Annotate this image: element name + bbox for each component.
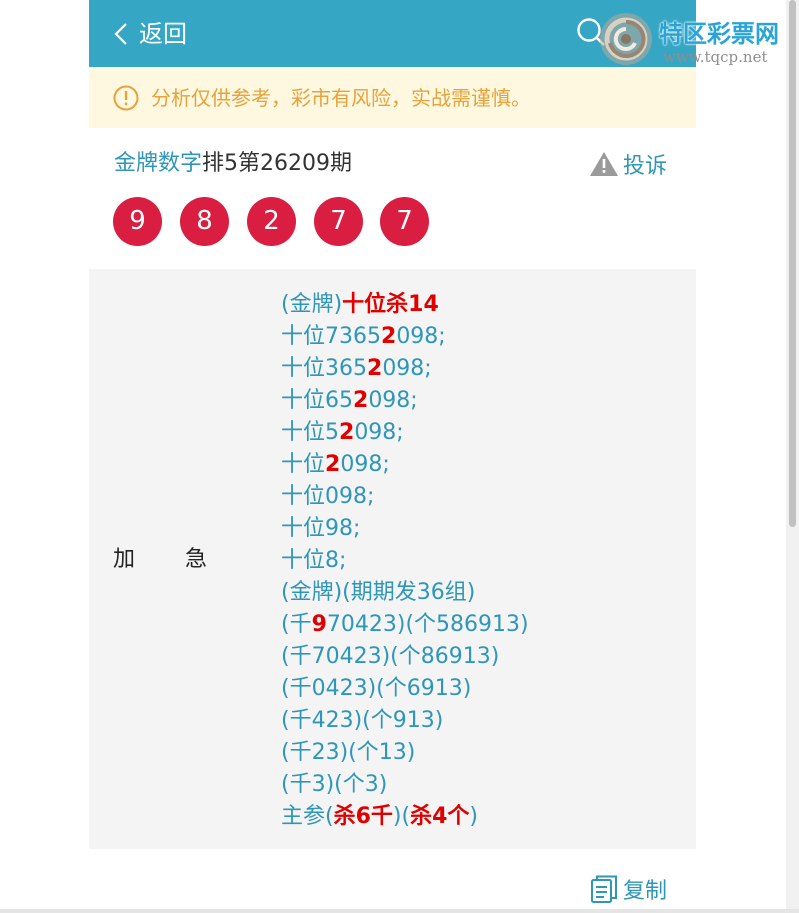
analysis-panel: 加急 (金牌)十位杀14 十位73652098; 十位3652098; 十位65209… — [89, 269, 696, 849]
scrollbar-thumb[interactable] — [789, 0, 796, 527]
analysis-text: 098; — [340, 452, 390, 477]
risk-notice: 分析仅供参考，彩市有风险，实战需谨慎。 — [89, 67, 696, 128]
analysis-text: 098; — [354, 420, 404, 445]
analysis-text: (千423)(个913) — [281, 708, 444, 733]
analysis-label: 加急 — [113, 544, 207, 576]
analysis-line: 十位3652098; — [281, 353, 691, 385]
analysis-line: (千970423)(个586913) — [281, 609, 691, 641]
report-label: 投诉 — [623, 154, 668, 179]
analysis-text: 十位365 — [281, 356, 367, 381]
source-link[interactable]: 金牌数字 — [114, 151, 202, 176]
analysis-line: 十位652098; — [281, 385, 691, 417]
analysis-line: 十位098; — [281, 481, 691, 513]
copy-label: 复制 — [623, 879, 668, 904]
analysis-text: 十位65 — [281, 388, 353, 413]
page-title: 金牌数字排5第26209期 — [114, 148, 352, 180]
analysis-text: 十位8; — [281, 548, 347, 573]
highlight-text: 2 — [339, 420, 355, 445]
analysis-text: 十位7365 — [281, 324, 381, 349]
highlight-text: 杀6千 — [333, 804, 393, 829]
analysis-text: (千 — [281, 612, 312, 637]
issue-label: 排5第26209期 — [202, 151, 352, 176]
analysis-line: 十位2098; — [281, 449, 691, 481]
analysis-text: (千0423)(个6913) — [281, 676, 472, 701]
analysis-text: )( — [392, 804, 411, 829]
analysis-text: 十位5 — [281, 420, 339, 445]
analysis-text: 十位98; — [281, 516, 361, 541]
warning-icon — [590, 152, 618, 176]
info-icon — [113, 85, 139, 111]
analysis-text: 十位 — [281, 452, 326, 477]
analysis-line: (金牌)(期期发36组) — [281, 577, 691, 609]
analysis-line: (千3)(个3) — [281, 769, 691, 801]
analysis-text: (金牌) — [281, 292, 343, 317]
highlight-text: 2 — [367, 356, 383, 381]
analysis-text: 70423)(个586913) — [326, 612, 529, 637]
analysis-line: (金牌)十位杀14 — [281, 289, 691, 321]
analysis-content: (金牌)十位杀14 十位73652098; 十位3652098; 十位652098; 十… — [281, 289, 691, 833]
analysis-text: (千23)(个13) — [281, 740, 416, 765]
analysis-text: 098; — [368, 388, 418, 413]
watermark-logo: 特区彩票网 www.tqcp.net — [597, 8, 797, 70]
highlight-text: 9 — [311, 612, 327, 637]
copy-button[interactable]: 复制 — [589, 872, 667, 906]
analysis-text: 十位098; — [281, 484, 375, 509]
swirl-logo-icon — [600, 13, 652, 65]
analysis-line: (千0423)(个6913) — [281, 673, 691, 705]
highlight-text: 十位杀14 — [342, 292, 439, 317]
number-ball: 9 — [113, 197, 162, 246]
analysis-line: 十位98; — [281, 513, 691, 545]
analysis-line: 十位73652098; — [281, 321, 691, 353]
label-right: 急 — [185, 547, 208, 572]
highlight-text: 2 — [325, 452, 341, 477]
watermark-url: www.tqcp.net — [663, 48, 768, 66]
analysis-line: (千70423)(个86913) — [281, 641, 691, 673]
analysis-line: 十位8; — [281, 545, 691, 577]
analysis-text: 098; — [396, 324, 446, 349]
analysis-text: 主参( — [281, 804, 334, 829]
number-ball: 8 — [180, 197, 229, 246]
page-column: 返回 分析仅供参考，彩市有风险，实战需谨慎。 金牌数字排5第26209期 投诉 … — [89, 0, 696, 913]
label-left: 加 — [113, 547, 136, 572]
analysis-text: (千70423)(个86913) — [281, 644, 500, 669]
analysis-text: (金牌)(期期发36组) — [281, 580, 476, 605]
analysis-line: (千23)(个13) — [281, 737, 691, 769]
report-button[interactable]: 投诉 — [588, 148, 667, 180]
analysis-line: 主参(杀6千)(杀4个) — [281, 801, 691, 833]
chevron-left-icon — [114, 23, 127, 45]
notice-text: 分析仅供参考，彩市有风险，实战需谨慎。 — [151, 86, 531, 110]
analysis-line: 十位52098; — [281, 417, 691, 449]
bottom-divider — [0, 909, 799, 913]
analysis-text: 098; — [382, 356, 432, 381]
scrollbar[interactable] — [786, 0, 799, 913]
back-label: 返回 — [139, 20, 187, 48]
highlight-text: 杀4个 — [410, 804, 470, 829]
back-button[interactable]: 返回 — [113, 14, 187, 54]
number-ball: 2 — [247, 197, 296, 246]
analysis-text: (千3)(个3) — [281, 772, 388, 797]
highlight-text: 2 — [381, 324, 397, 349]
number-ball: 7 — [314, 197, 363, 246]
copy-icon — [591, 875, 617, 903]
number-ball: 7 — [380, 197, 429, 246]
analysis-text: ) — [469, 804, 478, 829]
analysis-line: (千423)(个913) — [281, 705, 691, 737]
highlight-text: 2 — [353, 388, 369, 413]
watermark-title: 特区彩票网 — [659, 20, 779, 48]
